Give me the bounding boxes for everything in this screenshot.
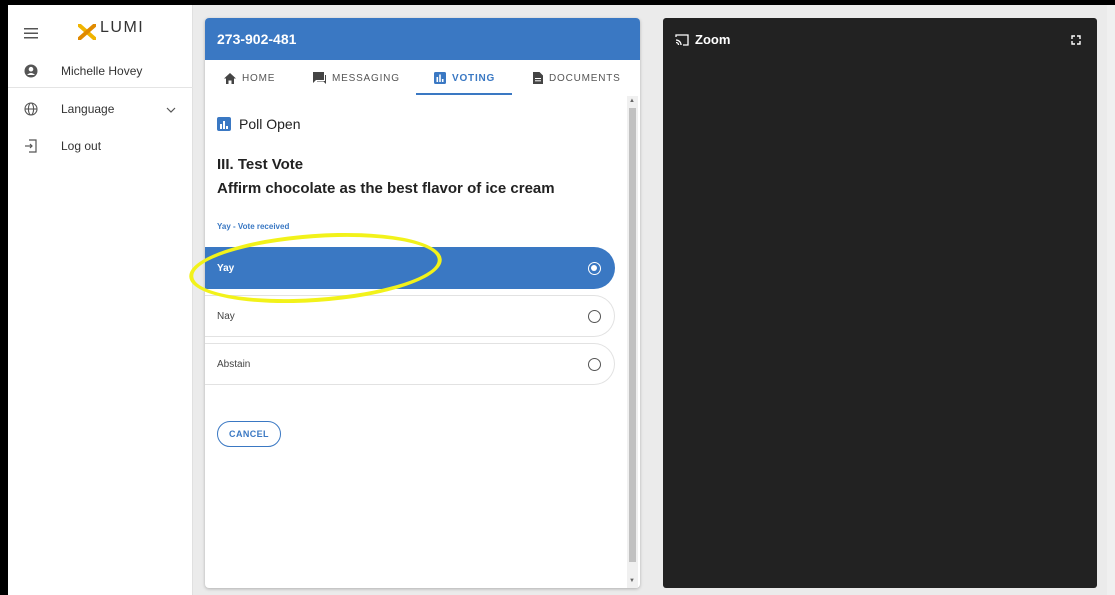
poll-icon bbox=[217, 117, 231, 131]
logout-icon bbox=[22, 137, 40, 155]
tab-active-indicator bbox=[416, 93, 512, 95]
radio-unchecked-icon[interactable] bbox=[588, 309, 601, 323]
sidebar: LUMI Michelle Hovey Language Log out bbox=[8, 5, 193, 595]
tab-voting[interactable]: VOTING bbox=[434, 60, 495, 96]
user-name: Michelle Hovey bbox=[61, 64, 143, 78]
radio-unchecked-icon[interactable] bbox=[588, 357, 601, 371]
tab-voting-label: VOTING bbox=[452, 72, 496, 84]
lumi-logo-icon bbox=[77, 23, 97, 45]
sidebar-item-language[interactable]: Language bbox=[8, 91, 193, 127]
tab-documents[interactable]: DOCUMENTS bbox=[533, 60, 621, 96]
voting-panel: 273-902-481 HOME MESSAGING VOTING DOCUME… bbox=[205, 18, 640, 588]
scrollbar[interactable]: ▲ ▼ bbox=[627, 96, 638, 588]
option-label: Nay bbox=[217, 310, 235, 322]
poll-content: Poll Open III. Test Vote Affirm chocolat… bbox=[205, 96, 625, 588]
menu-icon[interactable] bbox=[22, 24, 40, 42]
user-icon bbox=[22, 62, 40, 80]
home-icon bbox=[224, 72, 236, 84]
option-abstain[interactable]: Abstain bbox=[205, 343, 615, 385]
poll-status-label: Poll Open bbox=[239, 116, 301, 132]
cancel-button[interactable]: CANCEL bbox=[217, 421, 281, 447]
tab-home-label: HOME bbox=[242, 72, 276, 84]
cast-icon bbox=[675, 33, 689, 46]
tab-home[interactable]: HOME bbox=[224, 60, 275, 96]
logout-label: Log out bbox=[61, 139, 102, 153]
chevron-down-icon bbox=[166, 102, 176, 116]
app-frame: LUMI Michelle Hovey Language Log out 273… bbox=[8, 5, 1115, 595]
zoom-header: Zoom bbox=[675, 32, 730, 47]
globe-icon bbox=[22, 100, 40, 118]
document-icon bbox=[533, 72, 543, 84]
option-yay[interactable]: Yay bbox=[205, 247, 615, 289]
bar-chart-icon bbox=[434, 72, 446, 84]
scroll-thumb[interactable] bbox=[629, 108, 636, 562]
sidebar-item-logout[interactable]: Log out bbox=[8, 128, 193, 164]
logo-text: LUMI bbox=[100, 19, 145, 36]
poll-status: Poll Open bbox=[217, 116, 300, 132]
tab-messaging-label: MESSAGING bbox=[332, 72, 400, 84]
sidebar-item-user[interactable]: Michelle Hovey bbox=[8, 53, 193, 89]
resolution-number: III. Test Vote bbox=[217, 156, 304, 173]
option-label: Abstain bbox=[217, 358, 251, 370]
vote-status: Yay - Vote received bbox=[217, 222, 290, 231]
fullscreen-icon[interactable] bbox=[1071, 32, 1081, 50]
zoom-panel: Zoom bbox=[663, 18, 1097, 588]
window-scrollbar[interactable] bbox=[1107, 5, 1115, 595]
option-nay[interactable]: Nay bbox=[205, 295, 615, 337]
radio-checked-icon[interactable] bbox=[588, 261, 601, 275]
tab-documents-label: DOCUMENTS bbox=[549, 72, 621, 84]
zoom-title: Zoom bbox=[695, 32, 731, 47]
scroll-up-icon[interactable]: ▲ bbox=[629, 98, 635, 104]
option-label: Yay bbox=[217, 262, 235, 274]
scroll-down-icon[interactable]: ▼ bbox=[629, 578, 635, 584]
language-label: Language bbox=[61, 102, 115, 116]
tab-messaging[interactable]: MESSAGING bbox=[313, 60, 400, 96]
meeting-id: 273-902-481 bbox=[205, 18, 640, 60]
sidebar-divider bbox=[8, 87, 193, 88]
chat-icon bbox=[313, 72, 326, 84]
resolution-text: Affirm chocolate as the best flavor of i… bbox=[217, 180, 555, 197]
tab-bar: HOME MESSAGING VOTING DOCUMENTS bbox=[205, 60, 640, 96]
